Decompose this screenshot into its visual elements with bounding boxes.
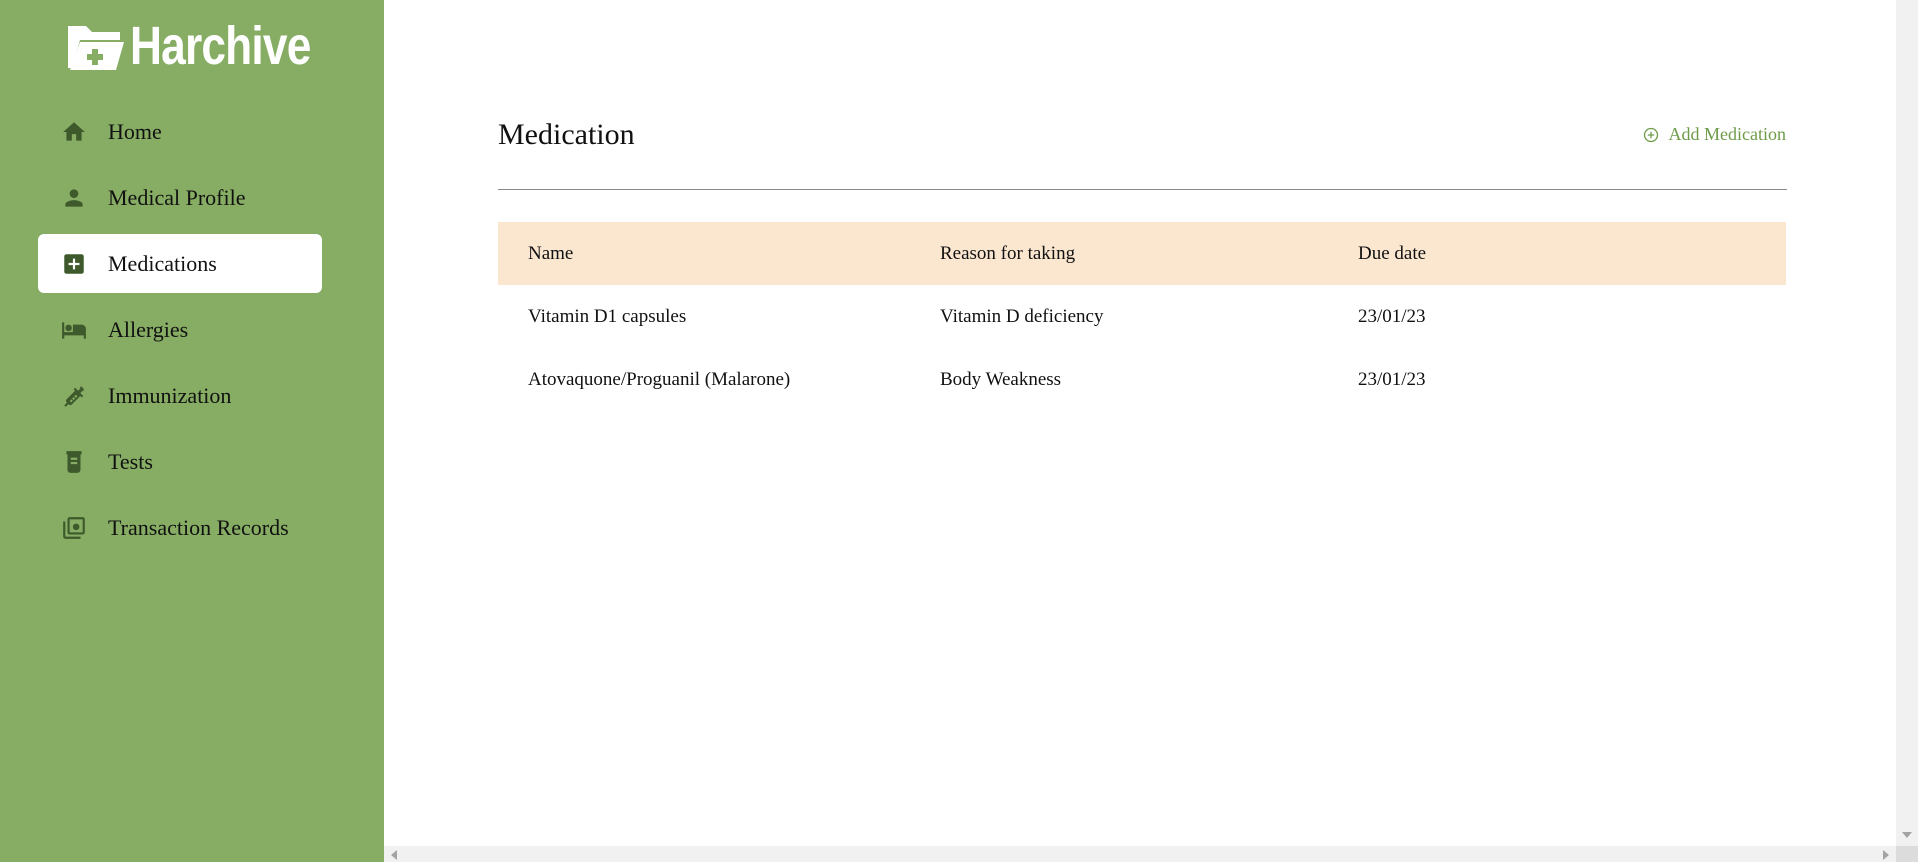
cell-reason: Vitamin D deficiency [940,305,1104,327]
sidebar-item-label: Home [108,118,162,144]
sidebar-item-allergies[interactable]: Allergies [38,300,322,359]
add-medication-label: Add Medication [1668,124,1786,144]
scroll-down-arrow-icon[interactable] [1902,832,1912,838]
medication-table: Name Reason for taking Due date Vitamin … [498,222,1786,411]
plus-circle-icon [1643,127,1658,142]
sidebar-item-label: Medications [108,250,217,276]
sidebar: Harchive Home Medical Profile Medication… [0,0,384,862]
table-header: Name Reason for taking Due date [498,222,1786,285]
sidebar-item-medical-profile[interactable]: Medical Profile [38,168,322,227]
brand-name: Harchive [130,16,311,76]
page-title: Medication [498,118,635,151]
sidebar-item-home[interactable]: Home [38,102,322,161]
cell-name: Atovaquone/Proguanil (Malarone) [528,368,791,390]
scrollbar-corner [1896,846,1918,862]
scroll-right-arrow-icon[interactable] [1883,850,1889,860]
vertical-scrollbar[interactable] [1896,0,1918,862]
sidebar-item-immunization[interactable]: Immunization [38,366,322,425]
person-icon [60,184,88,212]
cell-reason: Body Weakness [940,368,1062,390]
main-content: Medication Add Medication Name Reason fo… [384,0,1896,846]
cell-due-date: 23/01/23 [1358,368,1426,390]
scroll-left-arrow-icon[interactable] [391,850,397,860]
money-records-icon [60,514,88,542]
test-jar-icon [60,448,88,476]
add-medication-button[interactable]: Add Medication [1643,124,1786,145]
sidebar-item-label: Transaction Records [108,514,289,540]
brand-logo[interactable]: Harchive [66,18,350,74]
divider [498,189,1787,190]
medical-plus-icon [60,250,88,278]
home-icon [60,118,88,146]
sidebar-item-label: Tests [108,448,153,474]
folder-medical-icon [68,26,124,70]
bed-icon [60,316,88,344]
cell-due-date: 23/01/23 [1358,305,1426,327]
table-row[interactable]: Vitamin D1 capsules Vitamin D deficiency… [498,285,1786,348]
cell-name: Vitamin D1 capsules [528,305,687,327]
table-row[interactable]: Atovaquone/Proguanil (Malarone) Body Wea… [498,348,1786,411]
sidebar-item-transaction-records[interactable]: Transaction Records [38,498,322,557]
sidebar-item-medications[interactable]: Medications [38,234,322,293]
sidebar-item-label: Allergies [108,316,189,342]
sidebar-item-label: Immunization [108,382,232,408]
sidebar-item-tests[interactable]: Tests [38,432,322,491]
horizontal-scrollbar[interactable] [384,846,1896,862]
sidebar-item-label: Medical Profile [108,184,246,210]
sidebar-nav: Home Medical Profile Medications Allergi… [38,102,322,564]
column-header-name: Name [528,242,574,264]
column-header-due-date: Due date [1358,242,1427,264]
syringe-icon [60,382,88,410]
column-header-reason: Reason for taking [940,242,1076,264]
